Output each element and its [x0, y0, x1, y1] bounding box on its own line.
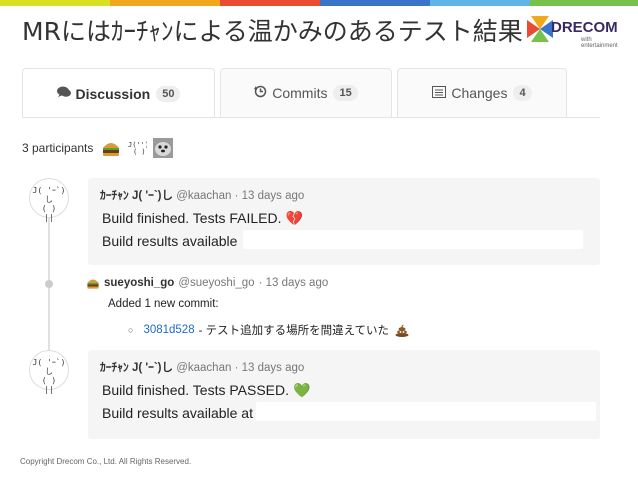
- tab-changes[interactable]: Changes 4: [397, 68, 567, 117]
- system-note-action: Added 1 new commit:: [108, 298, 219, 310]
- build-status-line: Build finished. Tests PASSED. 💚: [102, 382, 310, 399]
- note-header: ｶｰﾁｬﾝ J( 'ｰ`)し @kaachan · 13 days ago: [100, 187, 304, 203]
- kaachan-avatar[interactable]: J( 'ｰ`)し( ) ||: [29, 350, 69, 394]
- participant-avatar-kaachan[interactable]: J('')し( ): [127, 138, 156, 158]
- participants-row: 3 participants J('')し( ): [22, 138, 174, 158]
- tab-discussion[interactable]: Discussion 50: [22, 68, 215, 118]
- tabs-divider: [22, 117, 600, 118]
- build-results-line: Build results available at: [102, 405, 253, 421]
- participant-avatar-burger[interactable]: [101, 138, 121, 158]
- tab-label: Commits: [272, 85, 328, 101]
- drecom-logo: DRECOM with entertainment: [527, 16, 627, 49]
- kaachan-avatar[interactable]: J( 'ｰ`)し( ) ||: [29, 178, 69, 222]
- commit-message: - テスト追加する場所を間違えていた: [198, 325, 390, 337]
- tab-count-badge: 15: [333, 85, 358, 101]
- speech-bubbles-icon: [56, 86, 71, 101]
- tab-label: Discussion: [75, 85, 151, 102]
- note-author[interactable]: ｶｰﾁｬﾝ J( 'ｰ`)し: [100, 362, 173, 374]
- broken-heart-icon: 💔: [285, 210, 303, 226]
- commit-system-note: sueyoshi_go @sueyoshi_go · 13 days ago A…: [86, 272, 606, 347]
- build-results-text: Build results available: [102, 233, 238, 249]
- tab-count-badge: 4: [513, 85, 532, 101]
- build-failed-note: ｶｰﾁｬﾝ J( 'ｰ`)し @kaachan · 13 days ago Bu…: [88, 178, 600, 265]
- burger-avatar-small[interactable]: [86, 276, 100, 290]
- copyright-footer: Copyright Drecom Co., Ltd. All Rights Re…: [20, 457, 192, 466]
- commit-sha-link[interactable]: 3081d528: [143, 324, 194, 336]
- slide-title: MRにはｶｰﾁｬﾝによる温かみのあるテスト結果: [22, 17, 523, 46]
- green-heart-icon: 💚: [293, 382, 311, 398]
- drecom-logo-mark-icon: [527, 16, 553, 42]
- note-author[interactable]: ｶｰﾁｬﾝ J( 'ｰ`)し: [100, 190, 173, 202]
- timeline-dot: [45, 280, 53, 288]
- poop-emoji-icon: [395, 323, 409, 337]
- logo-tagline: with entertainment: [581, 37, 618, 49]
- note-username[interactable]: @kaachan: [176, 362, 231, 374]
- build-results-text: Build results available at: [102, 405, 253, 421]
- build-results-link[interactable]: [256, 402, 596, 421]
- history-icon: [254, 85, 267, 101]
- system-note-author[interactable]: sueyoshi_go: [104, 277, 174, 289]
- participant-avatar-dog[interactable]: [153, 138, 174, 158]
- build-status-line: Build finished. Tests FAILED. 💔: [102, 210, 303, 227]
- tab-count-badge: 50: [156, 85, 181, 102]
- build-passed-note: ｶｰﾁｬﾝ J( 'ｰ`)し @kaachan · 13 days ago Bu…: [88, 350, 600, 439]
- tab-label: Changes: [451, 85, 508, 101]
- system-note-time: · 13 days ago: [258, 277, 329, 289]
- build-results-line: Build results available: [102, 233, 237, 249]
- commit-list-item: ○ 3081d528 - テスト追加する場所を間違えていた: [128, 322, 409, 338]
- build-results-link[interactable]: [243, 230, 583, 249]
- logo-wordmark: DRECOM: [551, 19, 618, 36]
- note-time: · 13 days ago: [234, 190, 305, 202]
- system-note-username[interactable]: @sueyoshi_go: [178, 277, 254, 289]
- note-header: ｶｰﾁｬﾝ J( 'ｰ`)し @kaachan · 13 days ago: [100, 359, 304, 375]
- tab-commits[interactable]: Commits 15: [220, 68, 392, 117]
- bullet-icon: ○: [128, 325, 134, 335]
- slide-accent-bar: [0, 0, 638, 6]
- build-status-text: Build finished. Tests PASSED.: [102, 382, 290, 398]
- build-status-text: Build finished. Tests FAILED.: [102, 210, 282, 226]
- note-time: · 13 days ago: [234, 362, 305, 374]
- svg-text:( ): ( ): [133, 148, 146, 156]
- system-note-header: sueyoshi_go @sueyoshi_go · 13 days ago: [86, 276, 328, 290]
- list-icon: [432, 85, 447, 101]
- note-username[interactable]: @kaachan: [176, 190, 231, 202]
- participants-label: 3 participants: [22, 141, 94, 155]
